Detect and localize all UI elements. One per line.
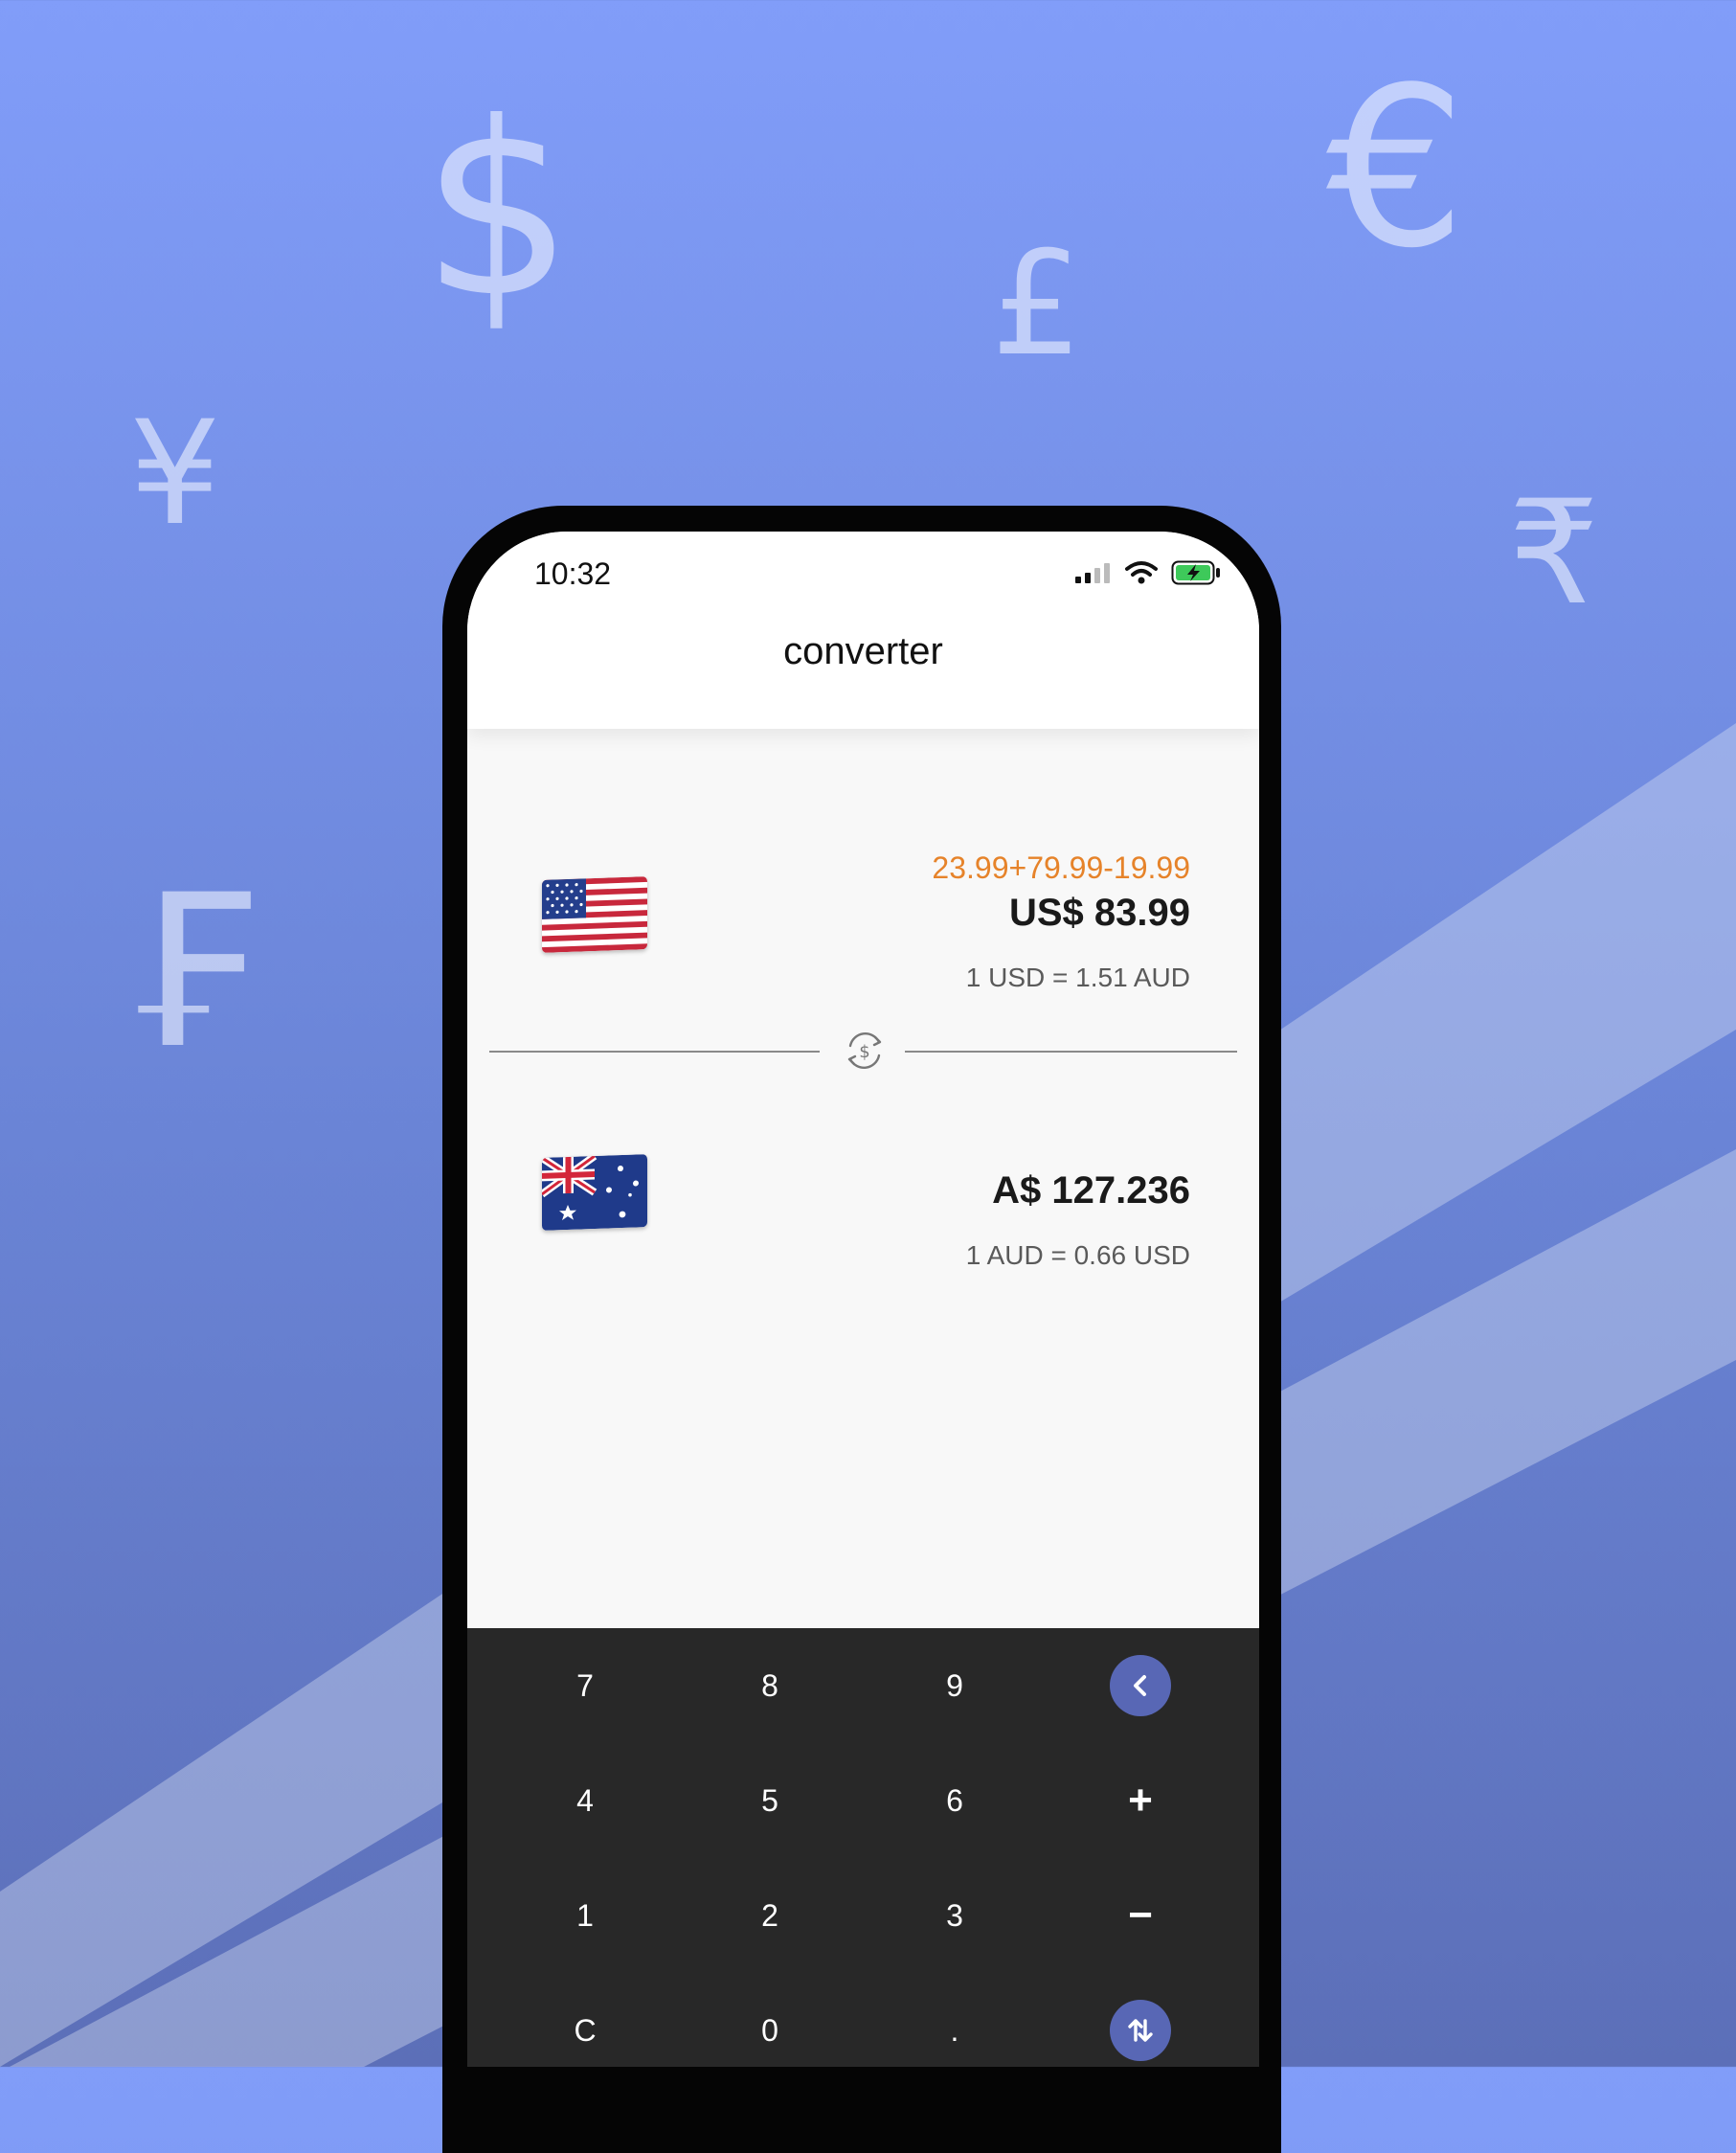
divider-left xyxy=(489,1051,820,1053)
pound-symbol: £ xyxy=(991,221,1083,388)
from-exchange-rate: 1 USD = 1.51 AUD xyxy=(965,963,1190,992)
key-0[interactable]: 0 xyxy=(712,1987,827,2067)
swap-vertical-icon xyxy=(1128,2019,1153,2042)
divider-right xyxy=(905,1051,1237,1053)
phone-screen: 10:32 converter 23.99+79.99-19.99 US$ 83… xyxy=(467,532,1259,2067)
plus-button[interactable]: + xyxy=(1083,1757,1198,1844)
minus-button[interactable]: − xyxy=(1083,1872,1198,1959)
app-header: 10:32 converter xyxy=(467,532,1259,729)
key-5[interactable]: 5 xyxy=(712,1757,827,1844)
chevron-left-icon xyxy=(1134,1675,1146,1696)
au-flag-icon[interactable] xyxy=(542,1154,647,1231)
to-amount[interactable]: A$ 127.236 xyxy=(992,1169,1190,1212)
status-time: 10:32 xyxy=(534,556,612,591)
franc-symbol: ₣ xyxy=(124,850,259,1095)
rupee-symbol: ₹ xyxy=(1508,470,1600,637)
backspace-button[interactable] xyxy=(1110,1655,1171,1716)
from-amount[interactable]: US$ 83.99 xyxy=(1009,892,1190,935)
currency-swap-icon[interactable]: $ xyxy=(843,1029,887,1073)
key-1[interactable]: 1 xyxy=(528,1872,643,1959)
dollar-symbol: $ xyxy=(421,71,575,350)
key-8[interactable]: 8 xyxy=(712,1643,827,1729)
key-7[interactable]: 7 xyxy=(528,1643,643,1729)
to-exchange-rate: 1 AUD = 0.66 USD xyxy=(965,1240,1190,1270)
key-4[interactable]: 4 xyxy=(528,1757,643,1844)
cellular-signal-icon xyxy=(1075,563,1110,583)
calculation-expression: 23.99+79.99-19.99 xyxy=(932,850,1190,885)
decimal-button[interactable]: . xyxy=(897,1987,1012,2067)
key-6[interactable]: 6 xyxy=(897,1757,1012,1844)
battery-charging-icon xyxy=(1171,560,1220,585)
svg-text:$: $ xyxy=(859,1042,869,1062)
swap-currencies-button[interactable] xyxy=(1110,2000,1171,2061)
euro-symbol: € xyxy=(1326,41,1467,297)
key-9[interactable]: 9 xyxy=(897,1643,1012,1729)
us-flag-icon[interactable] xyxy=(542,876,647,953)
key-2[interactable]: 2 xyxy=(712,1872,827,1959)
status-icons xyxy=(1075,560,1221,585)
key-3[interactable]: 3 xyxy=(897,1872,1012,1959)
clear-button[interactable]: C xyxy=(528,1987,643,2067)
yen-symbol: ¥ xyxy=(129,391,221,557)
wifi-icon xyxy=(1125,561,1158,584)
app-title: converter xyxy=(783,630,943,672)
keypad: 7 8 9 4 5 6 + 1 2 3 − C 0 . xyxy=(467,1628,1259,2067)
